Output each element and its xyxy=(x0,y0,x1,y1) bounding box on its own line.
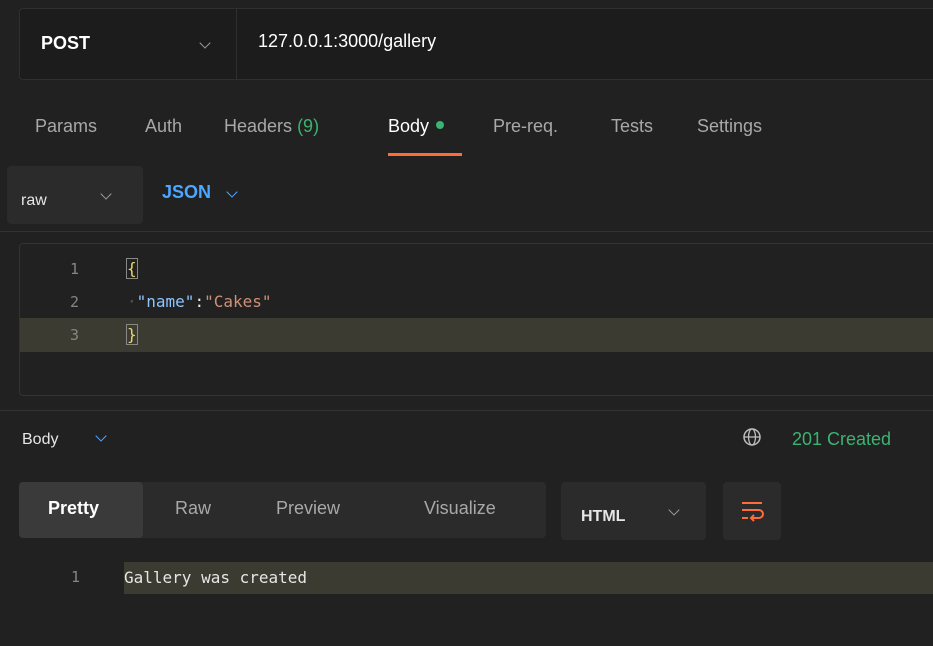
body-type-bar: raw JSON xyxy=(0,162,933,232)
tab-prereq[interactable]: Pre-req. xyxy=(493,116,558,137)
tab-raw[interactable]: Raw xyxy=(175,498,211,519)
response-format-select[interactable]: HTML xyxy=(561,482,706,540)
code-line: 2 ·"name":"Cakes" xyxy=(20,285,933,319)
status-badge[interactable]: 201 Created xyxy=(792,429,891,450)
open-brace: { xyxy=(126,258,138,279)
tab-tests[interactable]: Tests xyxy=(611,116,653,137)
method-label: POST xyxy=(41,33,91,53)
json-value: "Cakes" xyxy=(204,292,272,311)
response-header: Body 201 Created xyxy=(0,410,933,462)
method-select[interactable]: POST xyxy=(20,9,237,79)
globe-icon[interactable] xyxy=(742,427,762,447)
wrap-lines-button[interactable] xyxy=(723,482,781,540)
code-line-current: 3 } xyxy=(20,318,933,352)
code-line: 1 { xyxy=(20,252,933,286)
line-number: 3 xyxy=(70,326,80,344)
response-body[interactable]: 1 Gallery was created xyxy=(19,562,933,594)
body-mode-select[interactable]: raw xyxy=(7,166,143,224)
json-key: "name" xyxy=(136,292,195,311)
format-label: HTML xyxy=(581,508,626,525)
tab-headers-label: Headers xyxy=(224,116,293,136)
tab-params[interactable]: Params xyxy=(35,116,97,137)
wrap-lines-icon xyxy=(742,502,764,522)
tab-preview[interactable]: Preview xyxy=(276,498,340,519)
tab-visualize[interactable]: Visualize xyxy=(424,498,496,519)
line-number: 2 xyxy=(70,293,80,311)
url-bar: POST 127.0.0.1:3000/gallery xyxy=(19,8,933,80)
body-mode-label: raw xyxy=(21,192,47,209)
language-select[interactable]: JSON xyxy=(162,182,211,203)
body-indicator-dot xyxy=(436,121,445,130)
request-tabs: Params Auth Headers (9) Body Pre-req. Te… xyxy=(0,100,933,160)
line-number: 1 xyxy=(70,260,80,278)
headers-count: (9) xyxy=(297,116,320,136)
chevron-down-icon[interactable] xyxy=(226,186,238,198)
chevron-down-icon[interactable] xyxy=(95,430,107,442)
tab-pretty[interactable]: Pretty xyxy=(48,498,99,519)
json-colon: : xyxy=(194,292,205,311)
tab-body[interactable]: Body xyxy=(388,116,445,137)
line-number: 1 xyxy=(71,568,81,586)
request-body-editor[interactable]: 1 { 2 ·"name":"Cakes" 3 } xyxy=(19,243,933,396)
response-view-tabs: Pretty Raw Preview Visualize xyxy=(19,482,546,538)
code-text: { xyxy=(126,258,138,279)
response-text: Gallery was created xyxy=(124,562,933,594)
chevron-down-icon xyxy=(668,504,680,516)
url-input[interactable]: 127.0.0.1:3000/gallery xyxy=(258,31,436,52)
active-tab-underline xyxy=(388,153,462,156)
tab-auth[interactable]: Auth xyxy=(145,116,182,137)
close-brace: } xyxy=(126,324,138,345)
chevron-down-icon xyxy=(199,37,211,49)
chevron-down-icon xyxy=(100,188,112,200)
response-section-select[interactable]: Body xyxy=(22,431,58,449)
tab-headers[interactable]: Headers (9) xyxy=(224,116,319,137)
code-text: } xyxy=(126,324,138,345)
tab-body-label: Body xyxy=(388,116,430,136)
code-text: ·"name":"Cakes" xyxy=(127,292,272,311)
whitespace-marker: · xyxy=(127,292,137,311)
tab-settings[interactable]: Settings xyxy=(697,116,762,137)
